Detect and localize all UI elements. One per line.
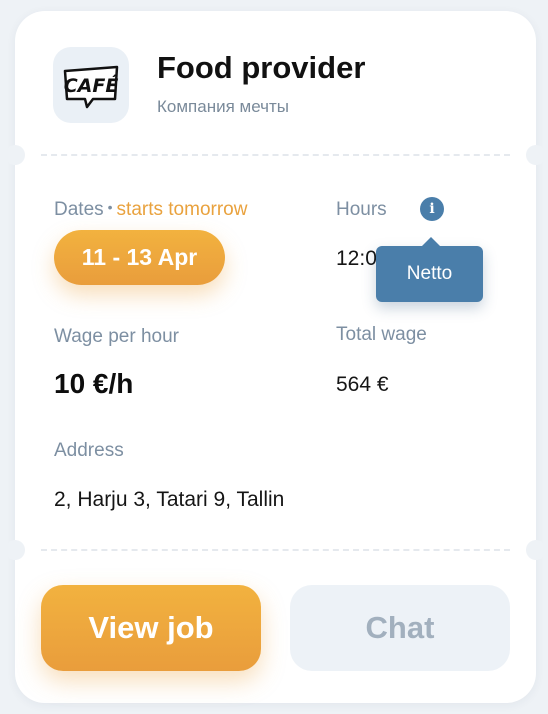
ticket-notch-left-bottom <box>5 540 25 560</box>
wage-label: Wage per hour <box>54 326 179 347</box>
company-logo: CAFÉ <box>53 47 129 123</box>
netto-tooltip: Netto <box>376 237 483 302</box>
dates-separator: • <box>107 199 113 215</box>
hours-label: Hours <box>336 199 387 220</box>
ticket-notch-right-bottom <box>526 540 546 560</box>
company-name: Food provider <box>157 50 366 85</box>
address-value: 2, Harju 3, Tatari 9, Tallin <box>54 488 285 511</box>
view-job-button[interactable]: View job <box>41 585 261 671</box>
cafe-logo-icon: CAFÉ <box>64 65 119 109</box>
divider-top <box>41 154 510 156</box>
address-label: Address <box>54 440 124 461</box>
company-subtitle: Компания мечты <box>157 97 289 116</box>
hours-value: 12:0 <box>336 247 377 270</box>
total-wage-value: 564 € <box>336 373 389 396</box>
cafe-logo-text: CAFÉ <box>64 74 119 97</box>
chat-button[interactable]: Chat <box>290 585 510 671</box>
dates-label-row: Dates • starts tomorrow <box>54 199 247 221</box>
ticket-notch-right-top <box>526 145 546 165</box>
dates-status: starts tomorrow <box>116 199 248 220</box>
date-range-badge: 11 - 13 Apr <box>54 230 225 285</box>
info-icon[interactable]: i <box>420 197 444 221</box>
divider-bottom <box>41 549 510 551</box>
ticket-notch-left-top <box>5 145 25 165</box>
total-wage-label: Total wage <box>336 324 427 345</box>
dates-label: Dates <box>54 199 104 220</box>
wage-value: 10 €/h <box>54 368 134 399</box>
